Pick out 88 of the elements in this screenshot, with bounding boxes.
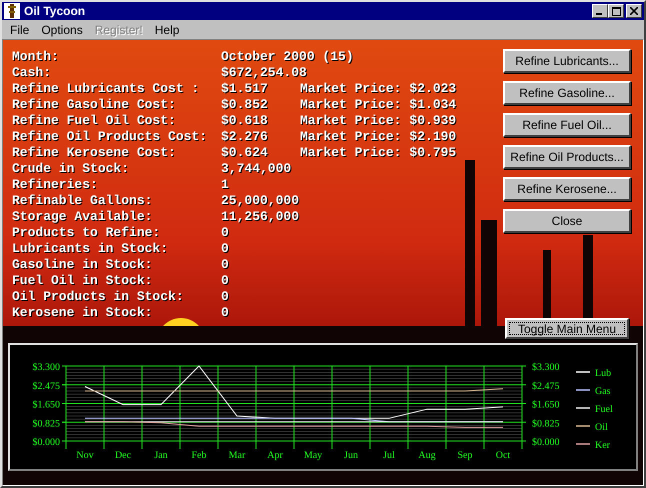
stat-value: 0 — [221, 225, 229, 241]
stat-label: Refine Oil Products Cost: — [12, 129, 208, 145]
toggle-menu-button[interactable]: Toggle Main Menu — [505, 318, 629, 339]
x-axis-label: Aug — [418, 450, 436, 461]
stat-value: 1 — [221, 177, 229, 193]
app-icon — [4, 3, 20, 19]
stat-label: Refine Kerosene Cost: — [12, 145, 177, 161]
refine-button[interactable]: Refine Lubricants... — [503, 49, 631, 73]
market-price-label: Market Price: — [300, 129, 402, 145]
stat-label: Crude in Stock: — [12, 161, 130, 177]
legend-label: Oil — [595, 422, 608, 433]
refine-button[interactable]: Refine Oil Products... — [503, 145, 631, 169]
stat-value: 0 — [221, 273, 229, 289]
legend-label: Gas — [595, 386, 611, 397]
stat-label: Products to Refine: — [12, 225, 162, 241]
stat-label: Refine Fuel Oil Cost: — [12, 113, 177, 129]
x-axis-label: Jun — [344, 450, 358, 461]
stat-value: $672,254.08 — [221, 65, 307, 81]
x-axis-label: Apr — [267, 450, 283, 461]
x-axis-label: Jul — [383, 450, 395, 461]
legend-label: Ker — [595, 440, 610, 451]
menu-item[interactable]: File — [4, 22, 36, 36]
stat-value: 0 — [221, 289, 229, 305]
y-axis-label: $3.300 — [32, 362, 60, 373]
market-price-value: $1.034 — [409, 97, 456, 113]
stat-label: Lubricants in Stock: — [12, 241, 170, 257]
close-button[interactable] — [626, 4, 642, 18]
refine-button[interactable]: Refine Kerosene... — [503, 177, 631, 201]
stat-value: $0.624 — [221, 145, 269, 161]
stat-label: Kerosene in Stock: — [12, 305, 154, 321]
stat-value: $0.852 — [221, 97, 269, 113]
stat-value: $0.618 — [221, 113, 269, 129]
market-price-value: $0.939 — [409, 113, 456, 129]
stat-label: Gasoline in Stock: — [12, 257, 154, 273]
stat-label: Refine Gasoline Cost: — [12, 97, 177, 113]
y-axis-label: $1.650 — [32, 400, 60, 410]
stat-value: 25,000,000 — [221, 193, 300, 209]
y-axis-label: $0.825 — [532, 418, 560, 430]
x-axis-label: May — [304, 450, 322, 461]
market-price-value: $2.023 — [409, 81, 456, 97]
stat-label: Month: — [12, 49, 60, 65]
maximize-icon — [612, 6, 620, 16]
x-axis-label: Dec — [114, 450, 132, 461]
market-price-label: Market Price: — [300, 81, 402, 97]
refine-button[interactable]: Refine Gasoline... — [503, 81, 631, 105]
stat-value: $2.276 — [221, 129, 269, 145]
close-icon — [630, 7, 638, 15]
y-axis-label: $2.475 — [532, 380, 560, 392]
legend-label: Lub — [595, 368, 612, 379]
y-axis-label: $2.475 — [32, 380, 60, 392]
stat-label: Oil Products in Stock: — [12, 289, 185, 305]
window-title: Oil Tycoon — [24, 4, 86, 18]
stat-value: $1.517 — [221, 81, 269, 97]
y-axis-label: $0.000 — [32, 437, 60, 448]
stat-value: 3,744,000 — [221, 161, 292, 177]
y-axis-label: $3.300 — [532, 362, 560, 373]
refine-button[interactable]: Refine Fuel Oil... — [503, 113, 631, 137]
legend-label: Fuel — [595, 404, 613, 415]
market-price-value: $0.795 — [409, 145, 456, 161]
stat-label: Refine Lubricants Cost : — [12, 81, 200, 97]
stat-label: Storage Available: — [12, 209, 154, 225]
stat-value: 0 — [221, 257, 229, 273]
x-axis-label: Jan — [154, 450, 168, 461]
stat-label: Refineries: — [12, 177, 99, 193]
y-axis-label: $1.650 — [532, 400, 560, 410]
stat-label: Refinable Gallons: — [12, 193, 154, 209]
y-axis-label: $0.825 — [32, 418, 60, 430]
market-price-label: Market Price: — [300, 97, 402, 113]
stat-value: 0 — [221, 241, 229, 257]
stat-label: Cash: — [12, 65, 52, 81]
stat-label: Fuel Oil in Stock: — [12, 273, 154, 289]
minimize-button[interactable] — [592, 4, 608, 18]
x-axis-label: Oct — [496, 450, 510, 461]
market-price-label: Market Price: — [300, 145, 402, 161]
y-axis-label: $0.000 — [532, 437, 560, 448]
x-axis-label: Feb — [192, 450, 206, 461]
market-price-label: Market Price: — [300, 113, 402, 129]
x-axis-label: Mar — [228, 450, 246, 461]
x-axis-label: Nov — [76, 450, 94, 461]
stat-value: 11,256,000 — [221, 209, 300, 225]
menu-item[interactable]: Options — [35, 22, 89, 36]
maximize-button[interactable] — [608, 4, 624, 18]
x-axis-label: Sep — [458, 450, 472, 461]
stat-value: October 2000 (15) — [221, 49, 354, 65]
refine-button[interactable]: Close — [503, 209, 631, 233]
menu-item[interactable]: Help — [148, 22, 186, 36]
market-price-value: $2.190 — [409, 129, 456, 145]
stat-value: 0 — [221, 305, 229, 321]
